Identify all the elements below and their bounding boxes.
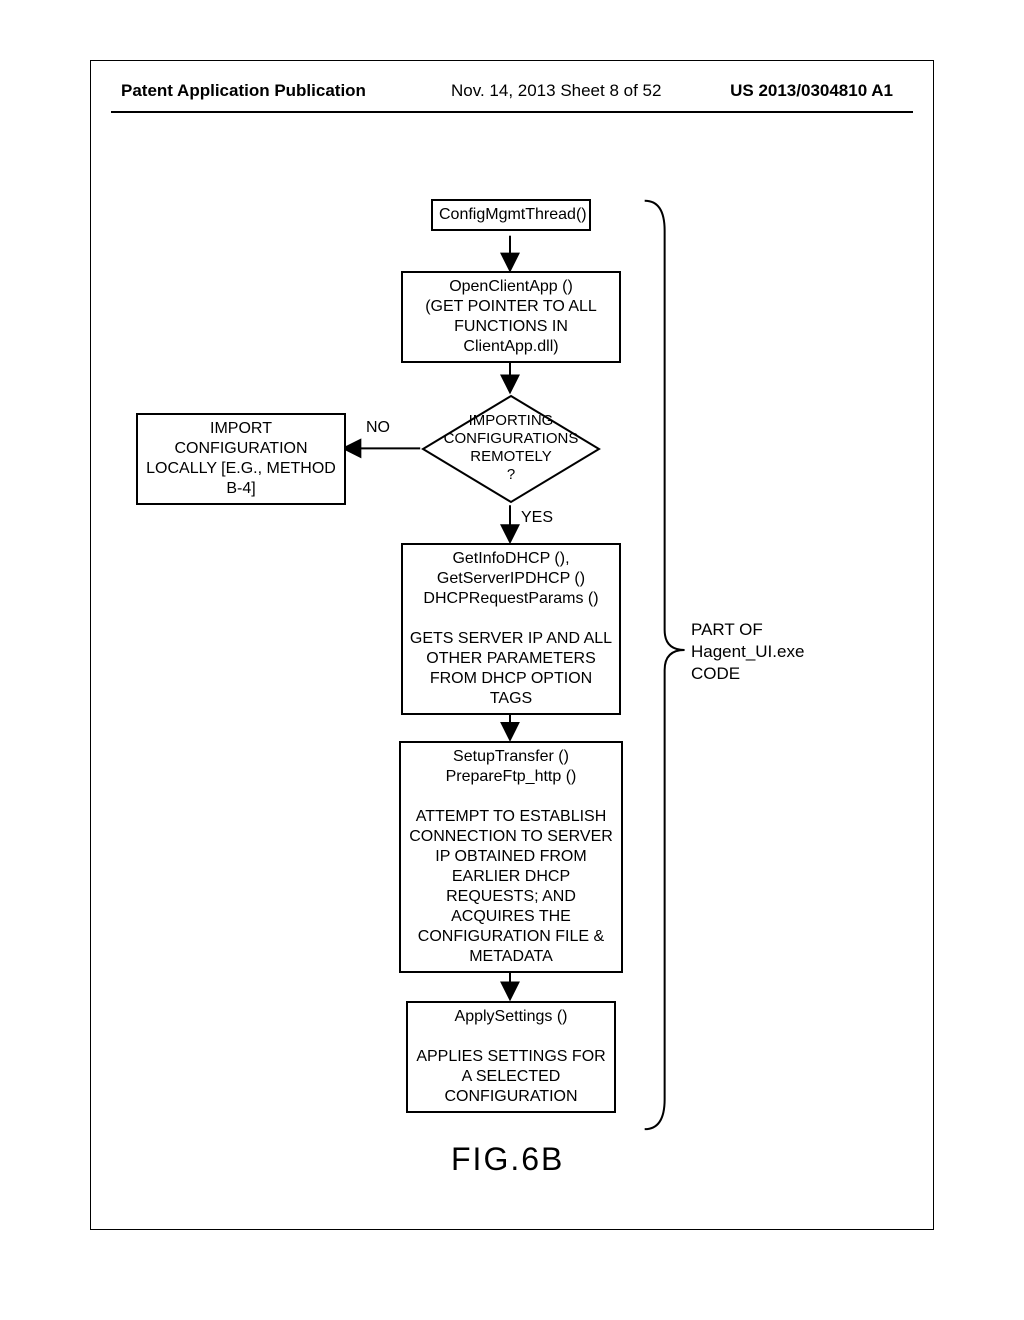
- figure-label: FIG.6B: [451, 1141, 564, 1178]
- flow-import-local: IMPORT CONFIGURATION LOCALLY [E.G., METH…: [136, 413, 346, 505]
- flow-setup-transfer: SetupTransfer () PrepareFtp_http () ATTE…: [399, 741, 623, 973]
- flow-decision-text: IMPORTING CONFIGURATIONS REMOTELY ?: [421, 412, 601, 484]
- page-frame: Patent Application Publication Nov. 14, …: [90, 60, 934, 1230]
- decision-no-label: NO: [366, 419, 390, 437]
- decision-yes-label: YES: [521, 509, 553, 527]
- flow-apply-settings: ApplySettings () APPLIES SETTINGS FOR A …: [406, 1001, 616, 1113]
- flow-start: ConfigMgmtThread(): [431, 199, 591, 231]
- flow-decision: IMPORTING CONFIGURATIONS REMOTELY ?: [421, 394, 601, 504]
- flow-open-client: OpenClientApp () (GET POINTER TO ALL FUN…: [401, 271, 621, 363]
- brace-note: PART OF Hagent_UI.exe CODE: [691, 619, 804, 685]
- flow-dhcp: GetInfoDHCP (), GetServerIPDHCP () DHCPR…: [401, 543, 621, 715]
